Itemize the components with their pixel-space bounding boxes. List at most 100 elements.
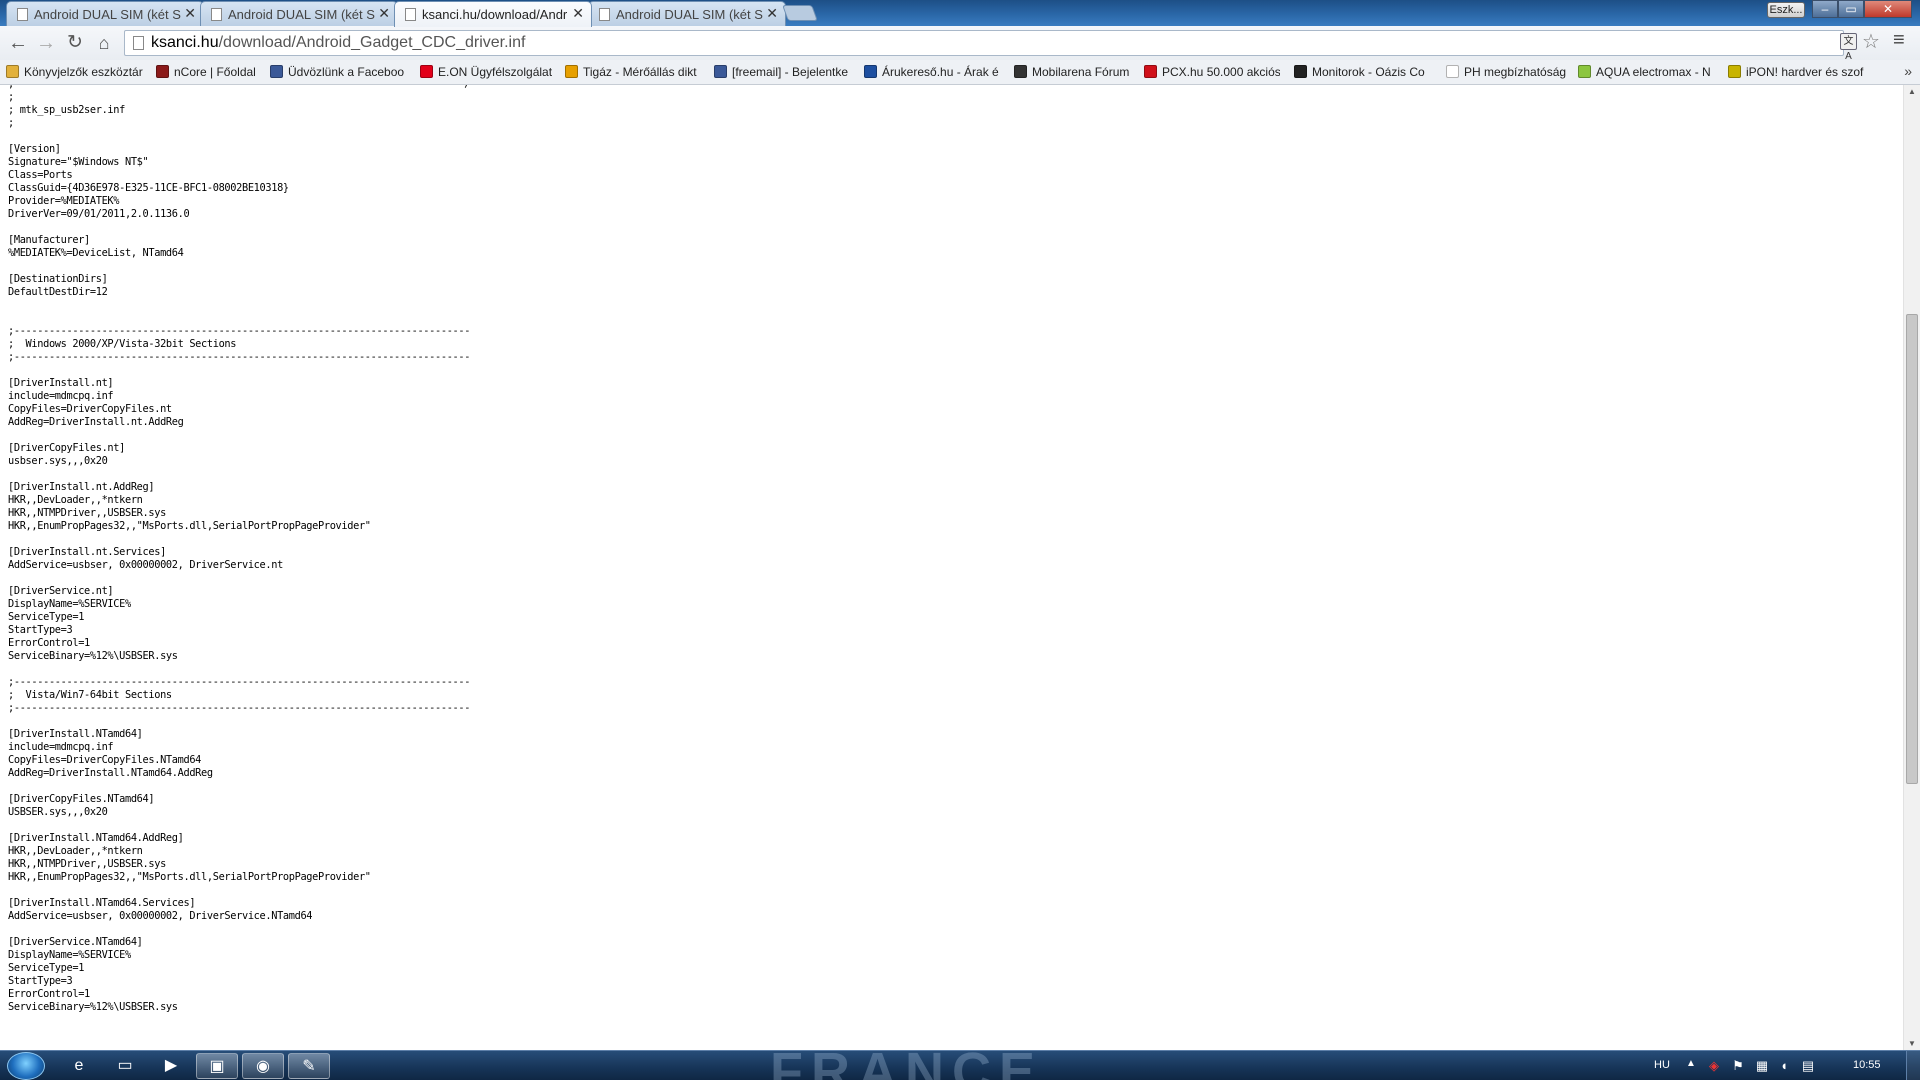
text-line: ; Vista/Win7-64bit Sections	[8, 689, 172, 701]
bookmark-item[interactable]: Üdvözlünk a Faceboo	[270, 65, 406, 79]
show-desktop-button[interactable]	[1906, 1051, 1920, 1080]
start-button[interactable]	[7, 1052, 45, 1080]
close-window-button[interactable]: ✕	[1864, 0, 1912, 18]
tray-expand-icon[interactable]: ▲	[1686, 1058, 1696, 1069]
antivirus-icon[interactable]: ◈	[1706, 1058, 1722, 1074]
tab-1[interactable]: Android DUAL SIM (két SI ✕	[6, 1, 204, 26]
scrollbar-thumb[interactable]	[1906, 314, 1918, 784]
url-text[interactable]: ksanci.hu/download/Android_Gadget_CDC_dr…	[151, 34, 525, 52]
back-button[interactable]: ←	[6, 32, 30, 54]
page-icon	[405, 8, 416, 21]
text-line: include=mdmcpq.inf	[8, 741, 114, 753]
explorer-folder-icon[interactable]: ▭	[104, 1053, 146, 1079]
internet-explorer-icon[interactable]: e	[58, 1053, 100, 1079]
text-line	[8, 130, 470, 143]
scroll-down-icon[interactable]: ▼	[1908, 1039, 1916, 1048]
user-badge[interactable]: Eszk...	[1767, 2, 1805, 18]
text-line: include=mdmcpq.inf	[8, 390, 114, 402]
text-line: HKR,,DevLoader,,*ntkern	[8, 494, 143, 506]
text-line: ServiceBinary=%12%\USBSER.sys	[8, 650, 178, 662]
language-indicator[interactable]: HU	[1654, 1059, 1670, 1071]
clock[interactable]: 10:55	[1853, 1059, 1881, 1071]
text-line: HKR,,EnumPropPages32,,"MsPorts.dll,Seria…	[8, 871, 371, 883]
tab-strip: Android DUAL SIM (két SI ✕ Android DUAL …	[0, 0, 1920, 27]
tab-title: ksanci.hu/download/Andr	[422, 7, 568, 22]
tab-title: Android DUAL SIM (két SI	[616, 7, 763, 22]
new-tab-button[interactable]	[782, 5, 818, 21]
text-line	[8, 221, 470, 234]
text-line: DriverVer=09/01/2011,2.0.1136.0	[8, 208, 190, 220]
maximize-button[interactable]: ▭	[1838, 0, 1864, 18]
text-line: HKR,,EnumPropPages32,,"MsPorts.dll,Seria…	[8, 520, 371, 532]
scroll-up-icon[interactable]: ▲	[1908, 87, 1916, 96]
text-line: USBSER.sys,,,0x20	[8, 806, 108, 818]
windows-update-icon[interactable]: ▤	[1800, 1058, 1816, 1074]
text-line: [DestinationDirs]	[8, 273, 108, 285]
bookmark-item[interactable]: iPON! hardver és szof	[1728, 65, 1866, 79]
action-center-flag-icon[interactable]: ⚑	[1730, 1058, 1746, 1074]
bookmark-item[interactable]: [freemail] - Bejelentke	[714, 65, 850, 79]
close-icon[interactable]: ✕	[572, 5, 584, 22]
reload-button[interactable]: ↻	[63, 32, 87, 54]
vertical-scrollbar[interactable]: ▲ ▼	[1903, 85, 1920, 1050]
text-line	[8, 923, 470, 936]
bookmarks-bar: Könyvjelzők eszköztár nCore | Főoldal Üd…	[0, 60, 1920, 85]
tool-app-icon[interactable]: ✎	[288, 1053, 330, 1079]
bookmark-star-icon[interactable]: ☆	[1862, 29, 1880, 54]
text-line: [DriverInstall.nt.AddReg]	[8, 481, 155, 493]
bookmark-item[interactable]: PH megbízhatóság	[1446, 65, 1566, 79]
bookmark-label: iPON! hardver és szof	[1746, 65, 1864, 79]
tab-2[interactable]: Android DUAL SIM (két SI ✕	[200, 1, 398, 26]
address-bar[interactable]: ksanci.hu/download/Android_Gadget_CDC_dr…	[124, 30, 1844, 56]
text-line	[8, 819, 470, 832]
text-line: [Manufacturer]	[8, 234, 90, 246]
text-line: CopyFiles=DriverCopyFiles.NTamd64	[8, 754, 202, 766]
text-line: [DriverCopyFiles.nt]	[8, 442, 125, 454]
close-icon[interactable]: ✕	[184, 5, 196, 22]
text-line	[8, 312, 470, 325]
bookmark-label: Mobilarena Fórum	[1032, 65, 1130, 79]
network-icon[interactable]: ▦	[1754, 1058, 1770, 1074]
forward-button[interactable]: →	[34, 32, 58, 54]
text-line: [DriverInstall.NTamd64]	[8, 728, 143, 740]
text-line	[8, 780, 470, 793]
bookmark-item[interactable]: Könyvjelzők eszköztár	[6, 65, 146, 79]
bookmark-label: Üdvözlünk a Faceboo	[288, 65, 405, 79]
minimize-button[interactable]: ‒	[1812, 0, 1838, 18]
bookmark-item[interactable]: PCX.hu 50.000 akciós	[1144, 65, 1280, 79]
tab-3-active[interactable]: ksanci.hu/download/Andr ✕	[394, 1, 592, 27]
page-icon	[1446, 65, 1459, 78]
bookmarks-overflow-icon[interactable]: »	[1904, 63, 1912, 79]
close-icon[interactable]: ✕	[766, 5, 778, 22]
bookmark-item[interactable]: Mobilarena Fórum	[1014, 65, 1140, 79]
text-line: ;	[8, 117, 14, 129]
facebook-icon	[270, 65, 283, 78]
url-path: /download/Android_Gadget_CDC_driver.inf	[218, 34, 526, 51]
text-line: ; mtk_sp_usb2ser.inf	[8, 104, 125, 116]
volume-icon[interactable]: ◖	[1776, 1058, 1792, 1074]
close-icon[interactable]: ✕	[378, 5, 390, 22]
text-line: AddService=usbser, 0x00000002, DriverSer…	[8, 910, 313, 922]
text-line: DisplayName=%SERVICE%	[8, 949, 131, 961]
text-line: HKR,,DevLoader,,*ntkern	[8, 845, 143, 857]
text-line: [DriverInstall.nt.Services]	[8, 546, 166, 558]
bookmark-label: PH megbízhatóság	[1464, 65, 1566, 79]
bookmark-item[interactable]: AQUA electromax - N	[1578, 65, 1714, 79]
home-button[interactable]: ⌂	[92, 32, 116, 54]
text-line: usbser.sys,,,0x20	[8, 455, 108, 467]
text-line	[8, 715, 470, 728]
media-player-icon[interactable]: ▶	[150, 1053, 192, 1079]
chrome-icon[interactable]: ◉	[242, 1053, 284, 1079]
text-line: ClassGuid={4D36E978-E325-11CE-BFC1-08002…	[8, 182, 289, 194]
bookmark-item[interactable]: Árukereső.hu - Árak é	[864, 65, 1000, 79]
text-line: ;---------------------------------------…	[8, 676, 471, 688]
tab-4[interactable]: Android DUAL SIM (két SI ✕	[588, 1, 786, 26]
save-disk-icon[interactable]: ▣	[196, 1053, 238, 1079]
bookmark-item[interactable]: Monitorok - Oázis Co	[1294, 65, 1430, 79]
bookmark-label: [freemail] - Bejelentke	[732, 65, 849, 79]
bookmark-item[interactable]: E.ON Ügyfélszolgálat	[420, 65, 554, 79]
bookmark-item[interactable]: Tigáz - Mérőállás dikt	[565, 65, 701, 79]
menu-icon[interactable]: ≡	[1893, 29, 1905, 52]
bookmark-item[interactable]: nCore | Főoldal	[156, 65, 258, 79]
translate-icon[interactable]: 文A	[1840, 33, 1857, 62]
